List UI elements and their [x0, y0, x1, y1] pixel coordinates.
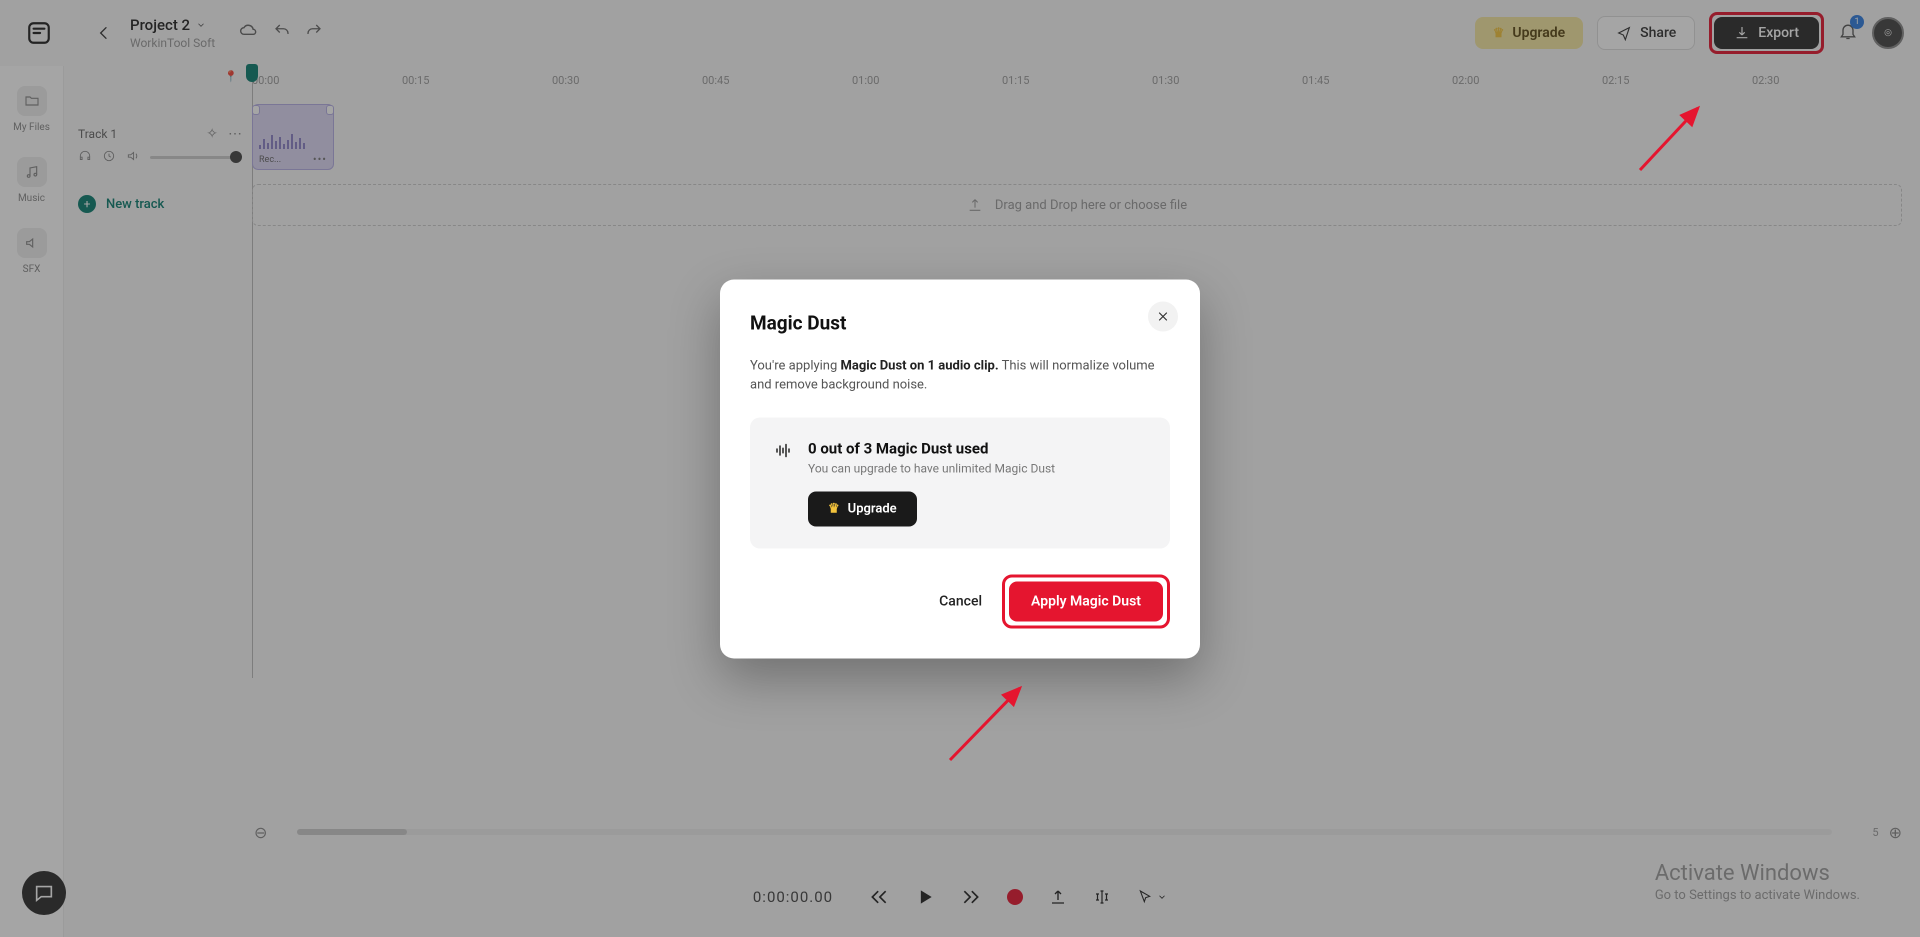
modal-close-button[interactable] [1148, 301, 1178, 331]
audio-bars-icon [774, 441, 792, 463]
cancel-label: Cancel [939, 593, 982, 609]
modal-upgrade-label: Upgrade [848, 501, 897, 516]
modal-desc-prefix: You're applying [750, 358, 841, 373]
apply-highlight-annotation: Apply Magic Dust [1002, 574, 1170, 628]
usage-card: 0 out of 3 Magic Dust used You can upgra… [750, 417, 1170, 548]
apply-label: Apply Magic Dust [1031, 593, 1141, 609]
cancel-button[interactable]: Cancel [939, 593, 982, 609]
usage-subtitle: You can upgrade to have unlimited Magic … [808, 461, 1055, 475]
usage-title: 0 out of 3 Magic Dust used [808, 439, 1055, 457]
modal-title: Magic Dust [750, 311, 1170, 334]
crown-icon: ♛ [828, 501, 840, 516]
magic-dust-modal: Magic Dust You're applying Magic Dust on… [720, 279, 1200, 658]
close-icon [1157, 310, 1169, 322]
modal-upgrade-button[interactable]: ♛ Upgrade [808, 491, 917, 526]
modal-description: You're applying Magic Dust on 1 audio cl… [750, 356, 1170, 395]
modal-desc-bold: Magic Dust on 1 audio clip. [841, 358, 999, 373]
apply-magic-dust-button[interactable]: Apply Magic Dust [1009, 581, 1163, 621]
modal-footer: Cancel Apply Magic Dust [750, 574, 1170, 628]
